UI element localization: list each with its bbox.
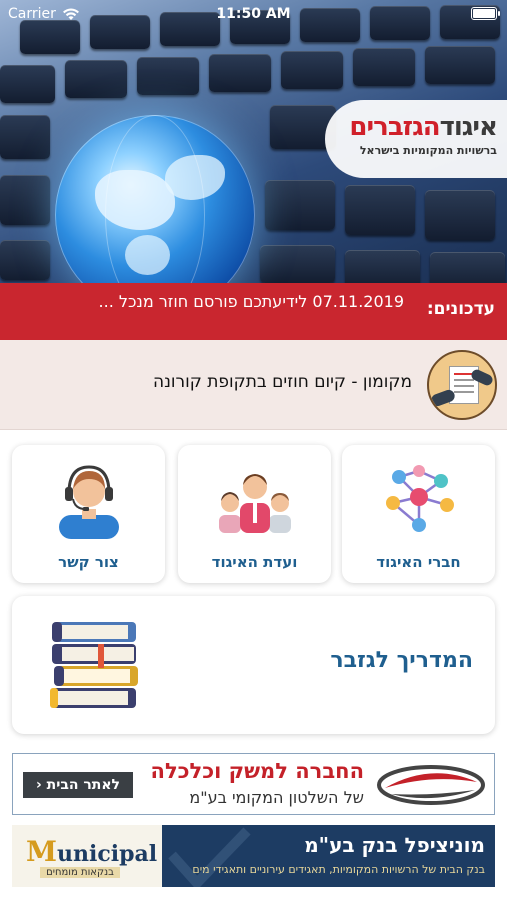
municipal-logo-tagline: בנקאות מומחים — [40, 867, 120, 878]
hero-banner: איגודהגזברים ברשויות המקומיות בישראל — [0, 0, 507, 283]
contact-label: צור קשר — [58, 553, 119, 571]
members-button[interactable]: חברי האיגוד — [342, 445, 495, 583]
municipal-bank-subtitle: בנק הבית של הרשויות המקומיות, תאגידים עי… — [192, 863, 485, 876]
municipal-logo: Municipal — [26, 835, 157, 868]
ticker-text[interactable]: 07.11.2019 לידיעתכם פורסם חוזר מנכל ... — [34, 291, 404, 335]
home-site-button[interactable]: לאתר הבית ‹ — [23, 772, 133, 798]
clock: 11:50 AM — [216, 6, 291, 22]
headset-support-icon — [58, 465, 119, 539]
economy-company-logo — [377, 765, 485, 805]
status-bar: Carrier 11:50 AM — [0, 0, 507, 28]
news-item[interactable]: מקומון - קיום חוזים בתקופת קורונה — [0, 340, 507, 430]
network-nodes-icon — [385, 465, 454, 532]
updates-ticker[interactable]: עדכונים: 07.11.2019 לידיעתכם פורסם חוזר … — [0, 283, 507, 340]
news-item-title: מקומון - קיום חוזים בתקופת קורונה — [152, 372, 412, 392]
economy-company-subtitle: של השלטון המקומי בע"מ — [189, 788, 364, 807]
committee-button[interactable]: ועדת האיגוד — [178, 445, 331, 583]
contract-handshake-icon — [427, 350, 497, 420]
treasurer-guide-label: המדריך לגזבר — [330, 648, 473, 673]
battery-icon — [471, 7, 500, 20]
treasurer-guide-button[interactable]: המדריך לגזבר — [12, 596, 495, 734]
books-stack-icon — [50, 622, 138, 708]
committee-label: ועדת האיגוד — [211, 553, 298, 571]
economy-company-banner[interactable]: החברה למשק וכלכלה של השלטון המקומי בע"מ … — [12, 753, 495, 815]
people-group-icon — [218, 474, 291, 533]
logo-title-red: הגזברים — [349, 112, 440, 142]
municipal-bank-banner[interactable]: Municipal בנקאות מומחים מוניציפל בנק בע"… — [12, 825, 495, 887]
association-logo: איגודהגזברים ברשויות המקומיות בישראל — [325, 100, 507, 178]
logo-subtitle: ברשויות המקומיות בישראל — [359, 144, 497, 157]
logo-title-dark: איגוד — [439, 112, 498, 142]
municipal-logo-text: unicipal — [57, 841, 158, 867]
ticker-label: עדכונים: — [426, 299, 495, 319]
municipal-logo-initial: M — [26, 835, 57, 868]
members-label: חברי האיגוד — [376, 553, 461, 571]
checkmark-icon — [168, 827, 251, 887]
contact-button[interactable]: צור קשר — [12, 445, 165, 583]
economy-company-title: החברה למשק וכלכלה — [150, 759, 364, 783]
municipal-logo-area: Municipal בנקאות מומחים — [12, 825, 162, 887]
logo-title: איגודהגזברים — [325, 112, 498, 142]
municipal-bank-title: מוניציפל בנק בע"מ — [304, 833, 485, 857]
